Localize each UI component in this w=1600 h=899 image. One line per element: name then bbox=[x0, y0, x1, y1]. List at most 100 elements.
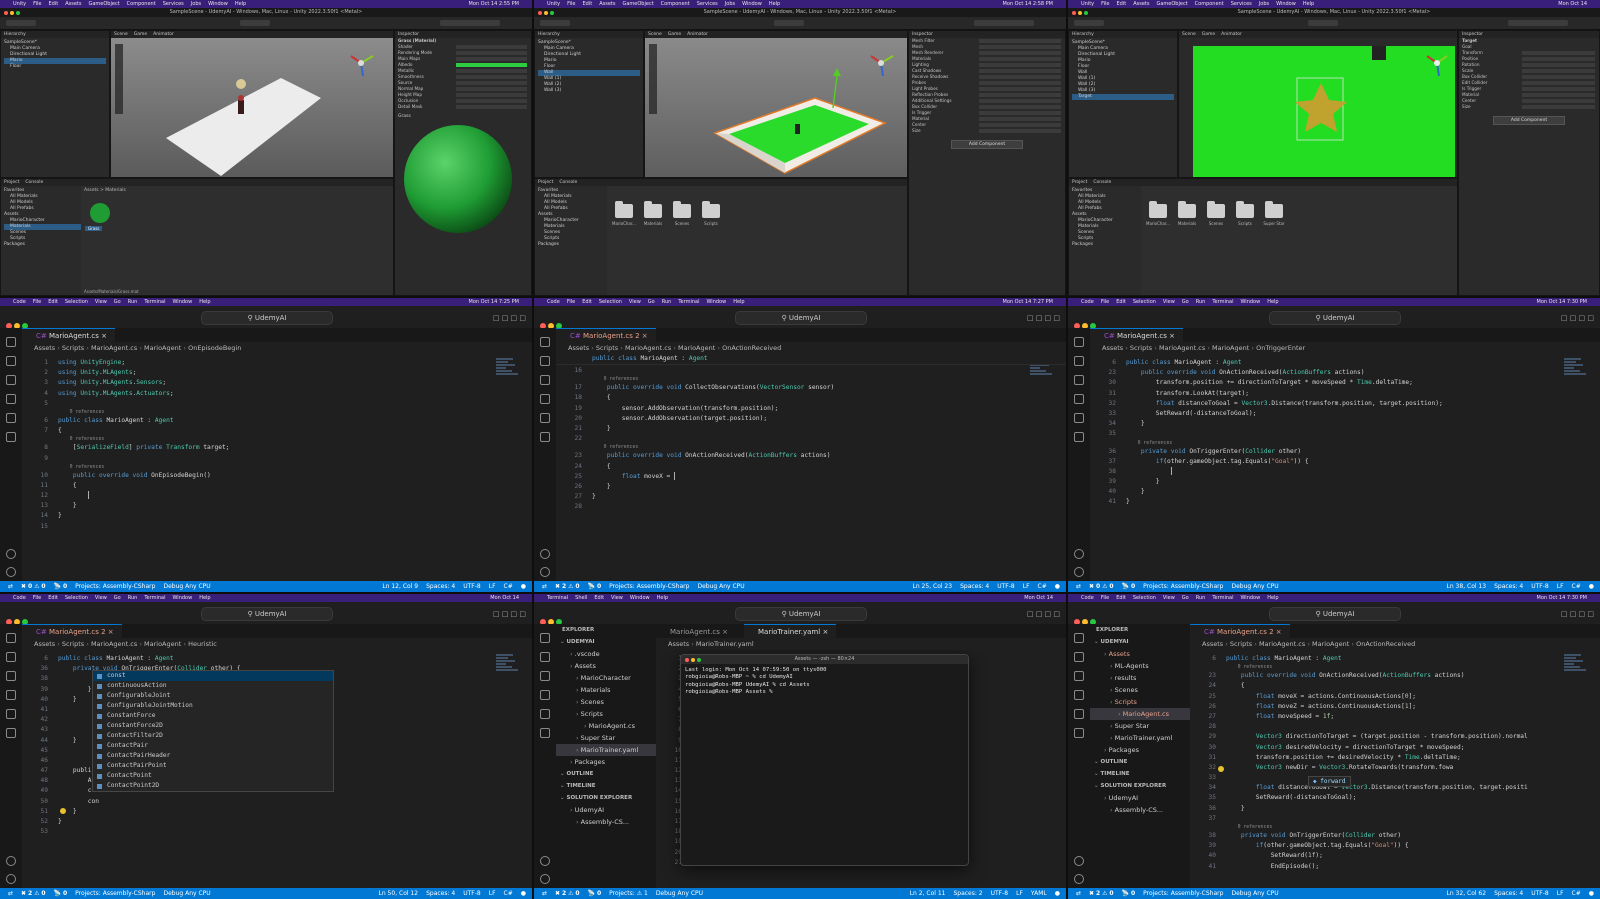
file-tree-item[interactable]: › ML-Agents bbox=[1090, 660, 1190, 672]
hierarchy-item[interactable]: Wall (3) bbox=[538, 88, 640, 94]
menu-item[interactable]: Jobs bbox=[1259, 1, 1269, 7]
inspector-field[interactable] bbox=[456, 63, 527, 67]
breadcrumb-item[interactable]: Scripts bbox=[62, 640, 84, 648]
tab-game[interactable]: Game bbox=[1202, 32, 1215, 37]
menu-item[interactable]: Code bbox=[13, 595, 26, 601]
menu-item[interactable]: Code bbox=[13, 299, 26, 305]
menu-item[interactable]: Jobs bbox=[725, 1, 735, 7]
problems-indicator[interactable]: ✖ 0 ⚠ 0 bbox=[21, 583, 46, 590]
indentation[interactable]: Spaces: 4 bbox=[426, 890, 455, 897]
autocomplete-item[interactable]: ContactPairPoint bbox=[93, 761, 333, 771]
tab-console[interactable]: Console bbox=[1093, 180, 1111, 185]
scene-viewport[interactable] bbox=[1179, 38, 1458, 178]
remote-icon[interactable]: ⇄ bbox=[542, 583, 547, 590]
menu-item[interactable]: Terminal bbox=[1212, 595, 1233, 601]
language-mode[interactable]: C# bbox=[1572, 583, 1581, 590]
breadcrumb-item[interactable]: MarioAgent bbox=[1212, 344, 1249, 352]
codelens-references[interactable]: 0 references bbox=[1190, 664, 1600, 671]
menu-item[interactable]: Window bbox=[742, 1, 762, 7]
inspector-field[interactable] bbox=[456, 51, 527, 55]
tab-hierarchy[interactable]: Hierarchy bbox=[4, 32, 26, 37]
menu-item[interactable]: Services bbox=[697, 1, 718, 7]
terminal-output[interactable]: Last login: Mon Oct 14 07:59:50 on ttys0… bbox=[681, 664, 968, 700]
ports-indicator[interactable]: 📡 0 bbox=[54, 890, 68, 897]
menu-item[interactable]: Selection bbox=[65, 595, 88, 601]
menu-item[interactable]: Terminal bbox=[144, 595, 165, 601]
autocomplete-item[interactable]: ConstantForce bbox=[93, 711, 333, 721]
breadcrumb-item[interactable]: MarioAgent.cs bbox=[91, 344, 137, 352]
menu-item[interactable]: Terminal bbox=[547, 595, 568, 601]
testing-icon[interactable] bbox=[540, 432, 550, 442]
folder-icon[interactable] bbox=[1207, 201, 1225, 218]
breadcrumb-item[interactable]: OnActionReceived bbox=[1356, 640, 1415, 648]
inspector-field[interactable] bbox=[979, 81, 1061, 85]
inspector-field[interactable] bbox=[1522, 63, 1595, 67]
folder-icon[interactable] bbox=[1236, 201, 1254, 218]
autocomplete-item[interactable]: ContactPoint2D bbox=[93, 781, 333, 791]
problems-indicator[interactable]: ✖ 2 ⚠ 0 bbox=[555, 890, 580, 897]
menu-item[interactable]: Run bbox=[128, 299, 138, 305]
menu-item[interactable]: Edit bbox=[49, 1, 59, 7]
command-search-input[interactable]: ⚲ UdemyAI bbox=[735, 607, 867, 621]
inspector-field[interactable] bbox=[979, 51, 1061, 55]
menu-item[interactable]: Help bbox=[1267, 299, 1278, 305]
ports-indicator[interactable]: 📡 0 bbox=[1122, 583, 1136, 590]
account-icon[interactable] bbox=[540, 856, 550, 866]
extensions-icon[interactable] bbox=[1074, 413, 1084, 423]
menu-item[interactable]: Run bbox=[1196, 595, 1206, 601]
codelens-references[interactable]: 0 references bbox=[1190, 824, 1600, 831]
folder-icon[interactable] bbox=[644, 201, 662, 218]
hierarchy-item[interactable]: Target bbox=[1072, 94, 1174, 100]
file-tree-item[interactable]: › Packages bbox=[1090, 744, 1190, 756]
menu-item[interactable]: View bbox=[95, 299, 107, 305]
lightbulb-icon[interactable] bbox=[60, 808, 66, 814]
remote-icon[interactable]: ⇄ bbox=[8, 583, 13, 590]
tab-inspector[interactable]: Inspector bbox=[1462, 32, 1483, 37]
breadcrumb-item[interactable]: MarioAgent bbox=[144, 344, 181, 352]
run-debug-icon[interactable] bbox=[540, 394, 550, 404]
source-control-icon[interactable] bbox=[6, 375, 16, 385]
folder-icon[interactable] bbox=[1265, 201, 1283, 218]
gear-icon[interactable] bbox=[1074, 567, 1084, 577]
file-tree-item[interactable]: › MarioCharacter bbox=[556, 672, 656, 684]
breadcrumb-item[interactable]: Assets bbox=[568, 344, 589, 352]
run-debug-icon[interactable] bbox=[6, 690, 16, 700]
projects-status[interactable]: Projects: ⚠ 1 bbox=[609, 890, 648, 897]
indentation[interactable]: Spaces: 4 bbox=[1494, 583, 1523, 590]
build-config[interactable]: Debug Any CPU bbox=[1231, 890, 1278, 897]
build-config[interactable]: Debug Any CPU bbox=[656, 890, 703, 897]
menu-item[interactable]: File bbox=[1101, 595, 1109, 601]
remote-icon[interactable]: ⇄ bbox=[1076, 890, 1081, 897]
tab-project[interactable]: Project bbox=[1072, 180, 1087, 185]
run-debug-icon[interactable] bbox=[1074, 690, 1084, 700]
problems-indicator[interactable]: ✖ 2 ⚠ 0 bbox=[21, 890, 46, 897]
cursor-position[interactable]: Ln 32, Col 62 bbox=[1447, 890, 1487, 897]
testing-icon[interactable] bbox=[1074, 728, 1084, 738]
menu-item[interactable]: Run bbox=[128, 595, 138, 601]
autocomplete-item[interactable]: continuousAction bbox=[93, 681, 333, 691]
menu-item[interactable]: Selection bbox=[1133, 299, 1156, 305]
explorer-icon[interactable] bbox=[540, 337, 550, 347]
command-search-input[interactable]: ⚲ UdemyAI bbox=[201, 311, 333, 325]
file-tree-item[interactable]: › results bbox=[1090, 672, 1190, 684]
menu-item[interactable]: Code bbox=[547, 299, 560, 305]
inspector-field[interactable] bbox=[456, 99, 527, 103]
menu-item[interactable]: Help bbox=[1303, 1, 1314, 7]
tab-animator[interactable]: Animator bbox=[153, 32, 174, 37]
menu-item[interactable]: File bbox=[1101, 299, 1109, 305]
line-ending[interactable]: LF bbox=[1557, 583, 1564, 590]
terminal-window[interactable]: Assets — -zsh — 80×24 Last login: Mon Oct… bbox=[680, 654, 969, 866]
menu-item[interactable]: Window bbox=[630, 595, 650, 601]
extensions-icon[interactable] bbox=[1074, 709, 1084, 719]
hierarchy-item[interactable]: Floor bbox=[4, 64, 106, 70]
search-icon[interactable] bbox=[6, 356, 16, 366]
cursor-position[interactable]: Ln 2, Col 11 bbox=[910, 890, 946, 897]
minimap[interactable] bbox=[1564, 358, 1588, 394]
line-ending[interactable]: LF bbox=[1557, 890, 1564, 897]
menu-item[interactable]: View bbox=[95, 595, 107, 601]
account-icon[interactable] bbox=[540, 549, 550, 559]
projects-status[interactable]: Projects: Assembly-CSharp bbox=[75, 583, 155, 590]
minimap[interactable] bbox=[496, 654, 520, 690]
line-ending[interactable]: LF bbox=[489, 890, 496, 897]
tab-animator[interactable]: Animator bbox=[687, 32, 708, 37]
